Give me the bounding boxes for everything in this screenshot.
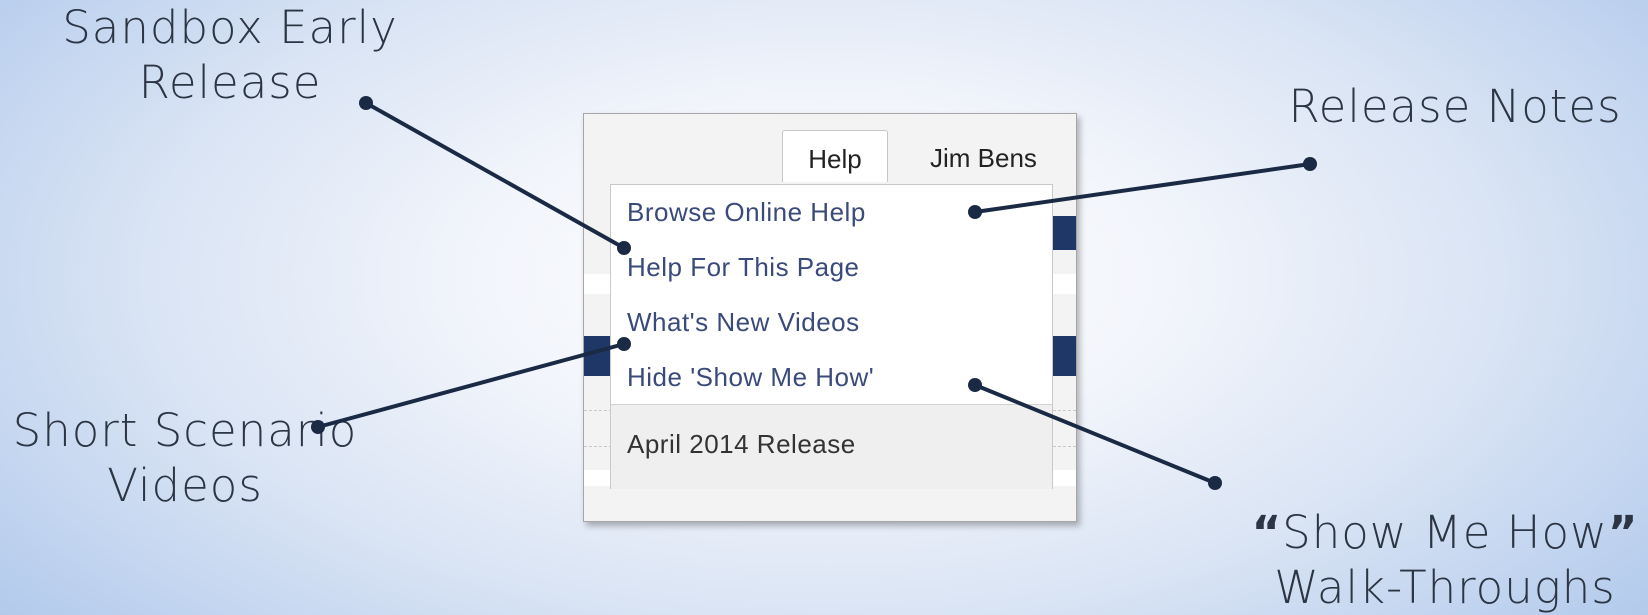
connector-dot bbox=[311, 420, 325, 434]
connector-dot bbox=[617, 241, 631, 255]
connector-dot bbox=[1208, 476, 1222, 490]
callout-connectors bbox=[311, 96, 1317, 490]
connector-short-videos bbox=[316, 342, 626, 429]
connector-dot bbox=[1303, 157, 1317, 171]
connector-release-notes bbox=[973, 162, 1312, 214]
connector-dot bbox=[968, 378, 982, 392]
connector-dot bbox=[617, 337, 631, 351]
connector-sandbox bbox=[364, 101, 626, 250]
connector-dot bbox=[968, 205, 982, 219]
connector-show-me-how bbox=[973, 383, 1217, 485]
connector-dot bbox=[359, 96, 373, 110]
